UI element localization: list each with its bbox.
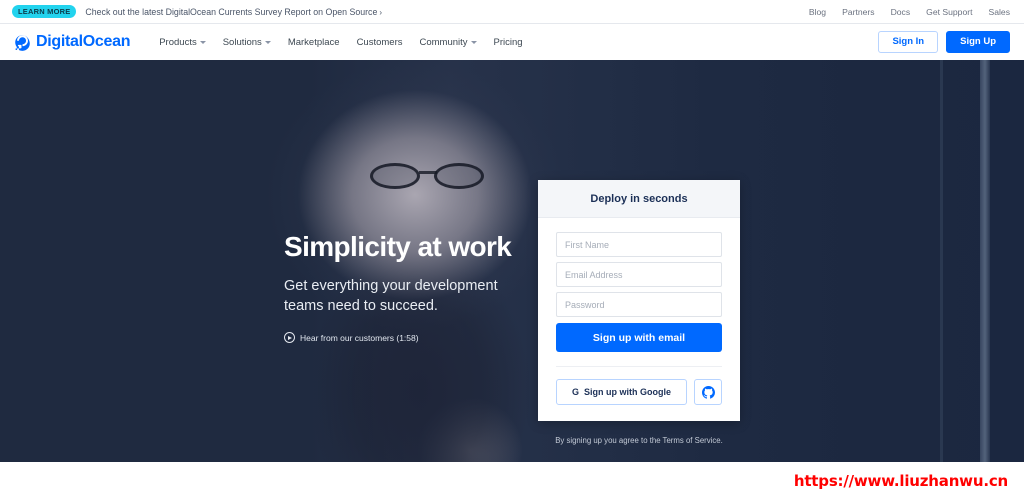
nav-item-customers[interactable]: Customers [357, 37, 403, 48]
chevron-right-icon: › [379, 7, 383, 17]
nav-item-products-label: Products [159, 36, 197, 48]
hero-video-label: Hear from our customers (1:58) [300, 332, 419, 343]
nav-item-pricing[interactable]: Pricing [494, 37, 523, 48]
nav-item-pricing-label: Pricing [493, 36, 523, 48]
nav-item-solutions-label: Solutions [222, 36, 262, 48]
hero-glasses-right-lens [434, 163, 484, 189]
sign-up-with-github-button[interactable] [694, 379, 722, 405]
hero-glasses-left-lens [370, 163, 420, 189]
digitalocean-logo-icon [15, 34, 30, 51]
announcement-text[interactable]: Check out the latest DigitalOcean Curren… [85, 7, 382, 17]
terms-text: By signing up you agree to the Terms of … [555, 436, 723, 445]
password-input[interactable] [556, 292, 722, 317]
utility-link-partners[interactable]: Partners [842, 7, 874, 17]
signup-card-body: Sign up with email [538, 218, 740, 367]
chevron-down-icon [264, 40, 271, 44]
nav-actions: Sign In Sign Up [878, 31, 1024, 53]
nav-item-marketplace[interactable]: Marketplace [288, 37, 340, 48]
hero-window-frame [980, 60, 990, 462]
utility-link-docs[interactable]: Docs [891, 7, 911, 17]
chevron-down-icon [199, 40, 206, 44]
sign-up-with-google-label: Sign up with Google [584, 387, 671, 397]
nav-item-products[interactable]: Products [159, 37, 206, 48]
hero-video-link[interactable]: Hear from our customers (1:58) [284, 332, 419, 343]
utility-link-sales[interactable]: Sales [989, 7, 1011, 17]
play-triangle-icon [288, 335, 292, 340]
hero-subtitle: Get everything your development teams ne… [284, 277, 498, 315]
signup-card: Deploy in seconds Sign up with email G S… [538, 180, 740, 421]
chevron-down-icon [470, 40, 477, 44]
sign-in-button[interactable]: Sign In [878, 31, 939, 53]
first-name-input[interactable] [556, 232, 722, 257]
nav-item-marketplace-label: Marketplace [287, 36, 340, 48]
sign-up-with-email-button[interactable]: Sign up with email [556, 323, 722, 352]
hero-window-frame-secondary [940, 60, 943, 462]
social-signup-row: G Sign up with Google [538, 367, 740, 421]
hero-title: Simplicity at work [284, 231, 512, 262]
digitalocean-logo[interactable]: DigitalOcean [0, 33, 131, 51]
sign-up-button[interactable]: Sign Up [946, 31, 1010, 53]
hero-glasses-bridge [419, 171, 437, 174]
signup-card-header: Deploy in seconds [538, 180, 740, 218]
nav-item-community-label: Community [419, 36, 468, 48]
email-input[interactable] [556, 262, 722, 287]
utility-link-blog[interactable]: Blog [809, 7, 826, 17]
nav-item-solutions[interactable]: Solutions [223, 37, 271, 48]
sign-up-with-google-button[interactable]: G Sign up with Google [556, 379, 687, 405]
signup-card-title: Deploy in seconds [590, 192, 688, 205]
github-icon [701, 385, 715, 399]
digitalocean-landing-page: LEARN MORE Check out the latest DigitalO… [0, 0, 1024, 504]
hero-copy: Simplicity at work Get everything your d… [284, 231, 524, 317]
nav-links: Products Solutions Marketplace Customers… [159, 37, 522, 48]
learn-more-badge[interactable]: LEARN MORE [12, 5, 77, 18]
hero-section: Simplicity at work Get everything your d… [0, 60, 1024, 462]
brand-name: DigitalOcean [36, 33, 131, 50]
nav-item-community[interactable]: Community [420, 37, 477, 48]
play-icon [284, 332, 295, 343]
google-icon: G [571, 386, 579, 397]
utility-link-get-support[interactable]: Get Support [926, 7, 972, 17]
announcement-message[interactable]: LEARN MORE Check out the latest DigitalO… [0, 5, 382, 18]
announcement-bar: LEARN MORE Check out the latest DigitalO… [0, 0, 1024, 24]
announcement-copy: Check out the latest DigitalOcean Curren… [85, 6, 378, 17]
watermark: https://www.liuzhanwu.cn [793, 472, 1008, 490]
nav-item-customers-label: Customers [356, 36, 403, 48]
utility-links: Blog Partners Docs Get Support Sales [809, 7, 1024, 17]
main-navigation: DigitalOcean Products Solutions Marketpl… [0, 24, 1024, 60]
